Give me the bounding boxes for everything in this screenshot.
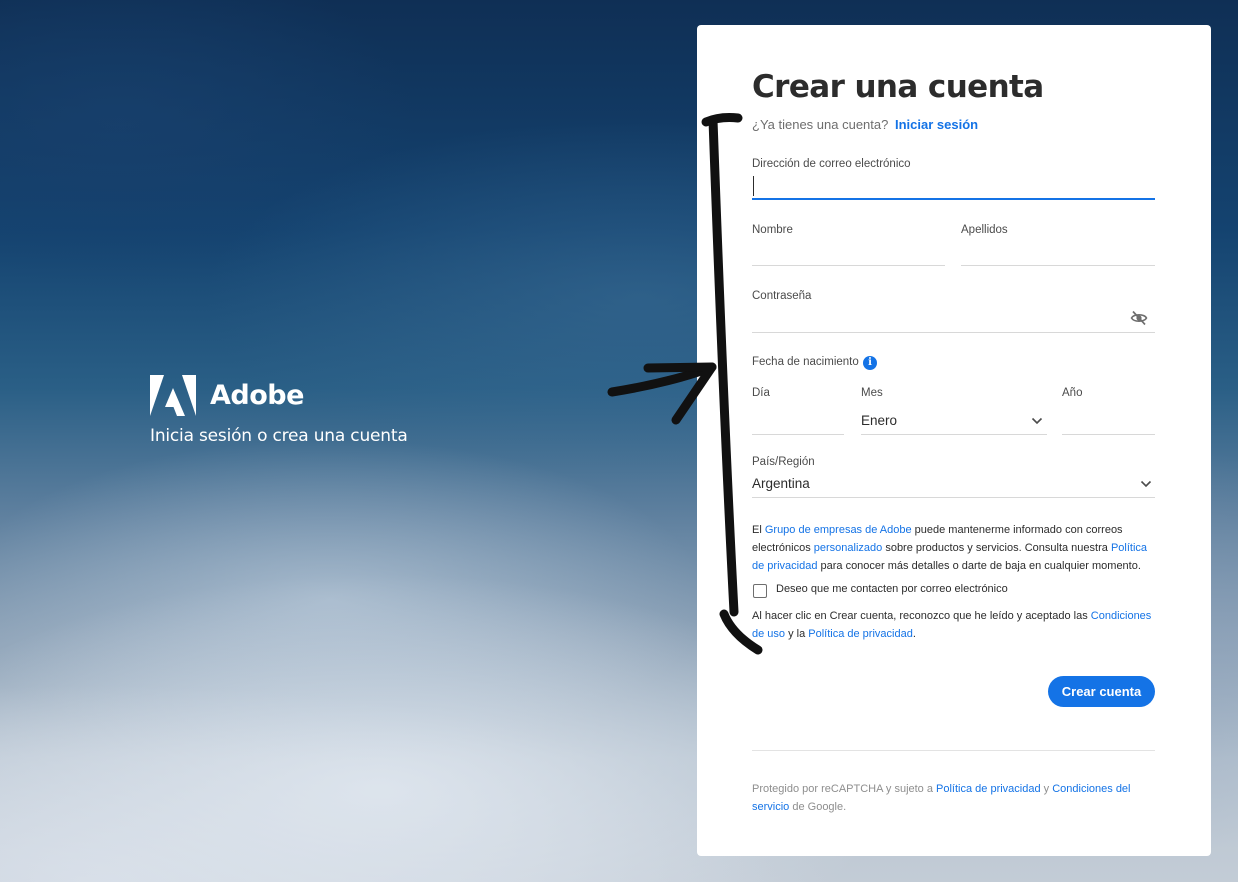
marketing-text-4: para conocer más detalles o darte de baj… bbox=[817, 560, 1141, 572]
brand-row: Adobe bbox=[150, 374, 408, 416]
signin-link[interactable]: Iniciar sesión bbox=[895, 117, 978, 132]
eye-slash-icon[interactable] bbox=[1130, 309, 1148, 327]
personalized-link[interactable]: personalizado bbox=[814, 542, 883, 554]
year-field[interactable] bbox=[1062, 434, 1155, 435]
google-privacy-link[interactable]: Política de privacidad bbox=[936, 783, 1041, 795]
password-field[interactable] bbox=[752, 332, 1155, 333]
brand-name: Adobe bbox=[210, 379, 304, 411]
month-label: Mes bbox=[861, 387, 883, 399]
last-name-field[interactable] bbox=[961, 265, 1155, 266]
signin-prompt: ¿Ya tienes una cuenta? bbox=[752, 117, 889, 132]
chevron-down-icon[interactable] bbox=[1140, 480, 1152, 488]
recaptcha-notice: Protegido por reCAPTCHA y sujeto a Polít… bbox=[752, 780, 1152, 816]
terms-privacy-link[interactable]: Política de privacidad bbox=[808, 628, 913, 640]
country-select-value[interactable]: Argentina bbox=[752, 476, 810, 491]
info-icon[interactable]: i bbox=[863, 356, 877, 370]
first-name-field[interactable] bbox=[752, 265, 945, 266]
divider bbox=[752, 750, 1155, 751]
country-select[interactable] bbox=[752, 497, 1155, 498]
page-title: Crear una cuenta bbox=[752, 69, 1044, 105]
recaptcha-text-1: Protegido por reCAPTCHA y sujeto a bbox=[752, 783, 937, 795]
email-field[interactable] bbox=[752, 198, 1155, 200]
month-select[interactable] bbox=[861, 434, 1047, 435]
signin-prompt-row: ¿Ya tienes una cuenta? Iniciar sesión bbox=[752, 117, 978, 132]
day-field[interactable] bbox=[752, 434, 844, 435]
first-name-label: Nombre bbox=[752, 224, 793, 236]
brand-tagline: Inicia sesión o crea una cuenta bbox=[150, 426, 408, 446]
brand-block: Adobe Inicia sesión o crea una cuenta bbox=[150, 374, 408, 446]
email-label: Dirección de correo electrónico bbox=[752, 158, 911, 170]
month-select-value[interactable]: Enero bbox=[861, 413, 897, 428]
day-label: Día bbox=[752, 387, 770, 399]
dob-label: Fecha de nacimiento bbox=[752, 356, 859, 368]
recaptcha-text-3: de Google. bbox=[789, 801, 847, 813]
adobe-group-link[interactable]: Grupo de empresas de Adobe bbox=[765, 524, 912, 536]
marketing-text-3: sobre productos y servicios. Consulta nu… bbox=[882, 542, 1111, 554]
adobe-logo-icon bbox=[150, 374, 196, 416]
recaptcha-text-2: y bbox=[1040, 783, 1053, 795]
contact-checkbox[interactable] bbox=[753, 584, 767, 598]
marketing-text-1: El bbox=[752, 524, 765, 536]
create-account-button[interactable]: Crear cuenta bbox=[1048, 676, 1155, 707]
text-cursor bbox=[753, 176, 754, 196]
terms-text-2: y la bbox=[785, 628, 809, 640]
contact-checkbox-label[interactable]: Deseo que me contacten por correo electr… bbox=[776, 583, 1008, 595]
year-label: Año bbox=[1062, 387, 1083, 399]
last-name-label: Apellidos bbox=[961, 224, 1008, 236]
terms-text: Al hacer clic en Crear cuenta, reconozco… bbox=[752, 607, 1162, 643]
country-label: País/Región bbox=[752, 456, 815, 468]
password-label: Contraseña bbox=[752, 290, 812, 302]
marketing-consent-text: El Grupo de empresas de Adobe puede mant… bbox=[752, 521, 1162, 575]
chevron-down-icon[interactable] bbox=[1031, 417, 1043, 425]
signup-card: Crear una cuenta ¿Ya tienes una cuenta? … bbox=[697, 25, 1211, 856]
terms-text-1: Al hacer clic en Crear cuenta, reconozco… bbox=[752, 610, 1091, 622]
terms-text-3: . bbox=[912, 628, 916, 640]
